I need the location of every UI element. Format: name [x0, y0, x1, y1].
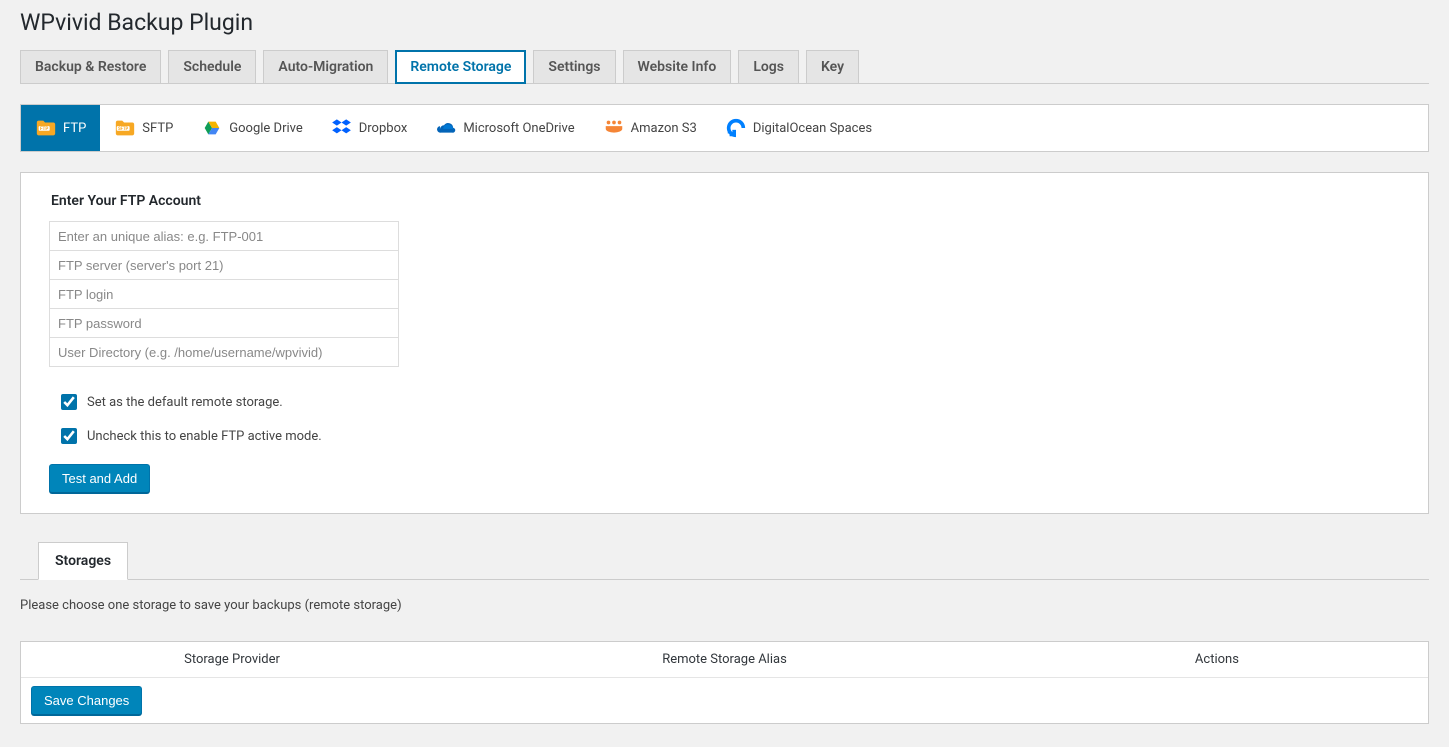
storage-hint: Please choose one storage to save your b… [20, 598, 1429, 613]
sub-tab-storages[interactable]: Storages [38, 542, 128, 580]
storage-type-dropbox[interactable]: Dropbox [317, 105, 422, 151]
test-and-add-button[interactable]: Test and Add [49, 464, 150, 493]
storage-type-sftp[interactable]: SFTP SFTP [100, 105, 187, 151]
page-title: WPvivid Backup Plugin [20, 0, 1429, 40]
storage-type-digitalocean[interactable]: DigitalOcean Spaces [711, 105, 886, 151]
alias-input[interactable] [49, 221, 399, 251]
default-storage-checkbox[interactable] [61, 394, 77, 410]
storage-type-label: Dropbox [359, 121, 408, 136]
ftp-folder-icon: FTP [35, 117, 57, 139]
storage-table: Storage Provider Remote Storage Alias Ac… [20, 641, 1429, 724]
server-input[interactable] [49, 250, 399, 280]
ftp-account-form: Enter Your FTP Account Set as the defaul… [20, 172, 1429, 514]
form-heading: Enter Your FTP Account [51, 193, 1408, 209]
storage-type-label: Microsoft OneDrive [463, 121, 574, 136]
sftp-folder-icon: SFTP [114, 117, 136, 139]
storage-type-label: Amazon S3 [631, 121, 697, 136]
tab-key[interactable]: Key [806, 50, 859, 84]
storage-type-ftp[interactable]: FTP FTP [21, 105, 100, 151]
tab-backup-restore[interactable]: Backup & Restore [20, 50, 161, 84]
digitalocean-icon [725, 117, 747, 139]
storage-type-google-drive[interactable]: Google Drive [187, 105, 316, 151]
table-header: Storage Provider Remote Storage Alias Ac… [21, 642, 1428, 677]
default-storage-checkbox-row[interactable]: Set as the default remote storage. [61, 394, 1408, 410]
tab-auto-migration[interactable]: Auto-Migration [263, 50, 388, 84]
storage-type-label: SFTP [142, 121, 173, 136]
save-row: Save Changes [21, 677, 1428, 723]
storage-type-onedrive[interactable]: Microsoft OneDrive [421, 105, 588, 151]
storage-type-label: FTP [63, 121, 86, 136]
col-storage-provider: Storage Provider [21, 652, 443, 667]
active-mode-checkbox-row[interactable]: Uncheck this to enable FTP active mode. [61, 428, 1408, 444]
sub-tabs: Storages [20, 542, 1429, 580]
storage-type-label: Google Drive [229, 121, 302, 136]
active-mode-checkbox[interactable] [61, 428, 77, 444]
default-storage-label: Set as the default remote storage. [87, 395, 283, 410]
active-mode-label: Uncheck this to enable FTP active mode. [87, 429, 322, 444]
col-actions: Actions [1006, 652, 1428, 667]
main-nav-tabs: Backup & Restore Schedule Auto-Migration… [20, 50, 1429, 84]
tab-schedule[interactable]: Schedule [168, 50, 256, 84]
dropbox-icon [331, 117, 353, 139]
save-changes-button[interactable]: Save Changes [31, 686, 142, 715]
tab-website-info[interactable]: Website Info [623, 50, 732, 84]
storage-type-label: DigitalOcean Spaces [753, 121, 872, 136]
amazon-s3-icon [603, 117, 625, 139]
storage-type-amazon-s3[interactable]: Amazon S3 [589, 105, 711, 151]
svg-text:FTP: FTP [40, 126, 48, 132]
google-drive-icon [201, 117, 223, 139]
svg-text:SFTP: SFTP [118, 127, 128, 132]
password-input[interactable] [49, 308, 399, 338]
login-input[interactable] [49, 279, 399, 309]
userdir-input[interactable] [49, 337, 399, 367]
onedrive-icon [435, 117, 457, 139]
storage-type-tabs: FTP FTP SFTP SFTP Google Drive Dropbox M… [20, 104, 1429, 152]
col-storage-alias: Remote Storage Alias [443, 652, 1006, 667]
tab-settings[interactable]: Settings [533, 50, 615, 84]
tab-remote-storage[interactable]: Remote Storage [395, 50, 526, 84]
tab-logs[interactable]: Logs [738, 50, 799, 84]
